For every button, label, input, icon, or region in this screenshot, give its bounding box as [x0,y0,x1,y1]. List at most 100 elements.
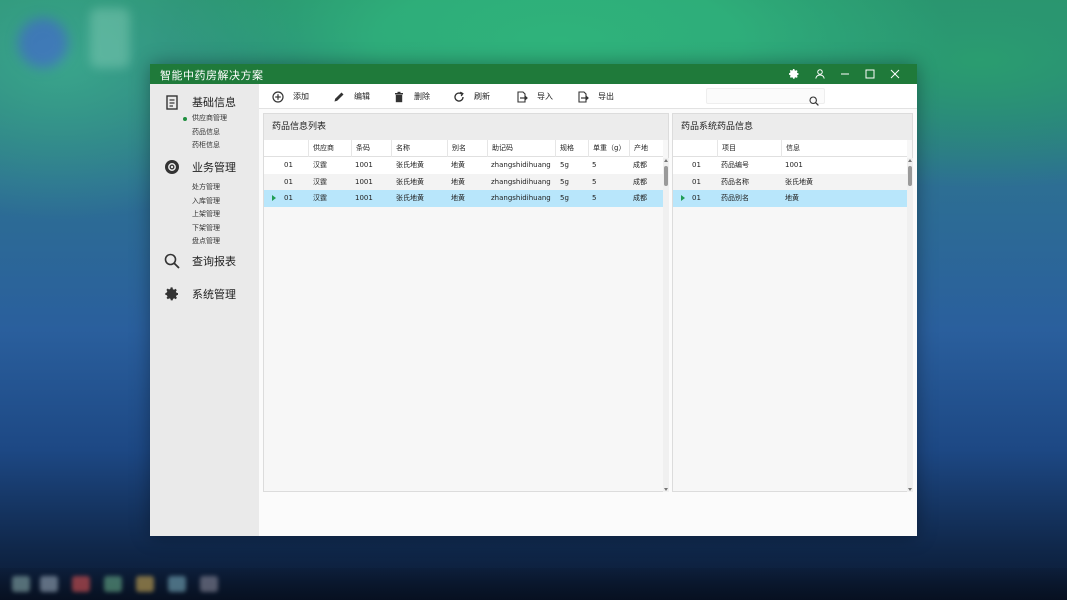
column-header[interactable]: 单重（g） [588,140,629,157]
table-cell: 01 [284,194,293,202]
panel-title: 药品系统药品信息 [673,114,912,140]
import-icon [515,90,529,104]
table-cell: 成都 [633,177,647,186]
sidebar-subitem-cabinet-info[interactable]: 药柜信息 [164,139,236,153]
table-cell: zhangshidihuang [491,177,551,186]
gear-icon [789,69,799,79]
settings-button[interactable] [786,66,802,82]
delete-button[interactable]: 删除 [392,89,430,104]
scroll-down-icon[interactable] [664,488,668,491]
table-cell: 张氏地黄 [396,194,424,202]
scrollbar-thumb[interactable] [908,166,912,186]
table-cell: 成都 [633,161,647,169]
toolbar: 添加 编辑 删除 刷新 导入 导出 [259,84,917,109]
vertical-scrollbar[interactable] [907,158,913,492]
close-icon [890,69,900,79]
refresh-button[interactable]: 刷新 [452,89,490,104]
minimize-icon [841,73,849,75]
table-row-selected[interactable]: 01 药品别名 地黄 [673,190,907,207]
sidebar-group-system: 系统管理 [164,284,236,304]
sidebar-group-label: 系统管理 [192,288,236,301]
drug-list-grid: 供应商 条码 名称 别名 助记码 规格 单重（g） 产地 01 汉霆 1001 … [264,140,668,491]
column-header[interactable]: 条码 [351,140,391,157]
sidebar-subitem-prescription[interactable]: 处方管理 [164,181,236,195]
sidebar-subitem-shelve[interactable]: 上架管理 [164,208,236,222]
table-cell: zhangshidihuang [491,194,551,202]
table-cell: 1001 [355,177,373,186]
sidebar-subitem-stock-in[interactable]: 入库管理 [164,195,236,209]
sidebar-subitem-label: 上架管理 [192,210,220,218]
scrollbar-thumb[interactable] [664,166,668,186]
panel-title: 药品信息列表 [264,114,668,140]
user-button[interactable] [812,66,828,82]
maximize-icon [865,69,875,79]
table-cell: 张氏地黄 [396,177,424,186]
sidebar-group-label: 基础信息 [192,96,236,109]
sidebar-item-business[interactable]: 业务管理 [164,157,236,177]
sidebar-subitem-label: 处方管理 [192,183,220,191]
sidebar-subitem-supplier[interactable]: 供应商管理 [164,112,236,126]
table-row[interactable]: 01 汉霆 1001 张氏地黄 地黄 zhangshidihuang 5g 5 … [264,173,663,190]
import-button[interactable]: 导入 [515,89,553,104]
scroll-up-icon[interactable] [908,159,912,162]
table-row[interactable]: 01 药品编号 1001 [673,157,907,174]
sidebar-subitem-label: 盘点管理 [192,237,220,245]
sidebar: 基础信息 供应商管理 药品信息 药柜信息 业务管理 处方管理 入库管理 上架管理… [150,84,259,536]
edit-button[interactable]: 编辑 [332,89,370,104]
vertical-scrollbar[interactable] [663,158,669,492]
column-header [673,140,717,157]
table-cell: 5 [592,194,597,202]
sidebar-item-system[interactable]: 系统管理 [164,284,236,304]
table-cell: 5g [560,177,569,186]
column-header[interactable]: 别名 [447,140,487,157]
table-cell: 1001 [355,161,373,169]
export-button[interactable]: 导出 [576,89,614,104]
sidebar-subitem-drug-info[interactable]: 药品信息 [164,126,236,140]
desktop-icon-blur [18,18,68,68]
toolbar-button-label: 导入 [537,92,553,101]
export-icon [576,90,590,104]
search-icon[interactable] [809,91,819,106]
scroll-up-icon[interactable] [664,159,668,162]
sidebar-group-label: 查询报表 [192,255,236,268]
add-circle-icon [271,90,285,104]
table-cell: 01 [692,177,701,186]
table-cell: 地黄 [451,177,465,186]
sidebar-subitem-inventory[interactable]: 盘点管理 [164,235,236,249]
sidebar-subitem-label: 药柜信息 [192,141,220,149]
table-cell: 成都 [633,194,647,202]
sidebar-item-basic-info[interactable]: 基础信息 [164,92,236,112]
table-cell: 张氏地黄 [396,161,424,169]
table-row[interactable]: 01 药品名称 张氏地黄 [673,173,907,190]
refresh-icon [452,90,466,104]
table-cell: 01 [284,161,293,169]
table-cell: 5g [560,194,569,202]
scroll-down-icon[interactable] [908,488,912,491]
column-header [264,140,308,157]
pencil-icon [332,90,346,104]
gear-circle-icon [164,159,180,175]
toolbar-button-label: 编辑 [354,92,370,101]
column-header[interactable]: 名称 [391,140,447,157]
table-row-selected[interactable]: 01 汉霆 1001 张氏地黄 地黄 zhangshidihuang 5g 5 … [264,190,663,207]
sidebar-group-business: 业务管理 处方管理 入库管理 上架管理 下架管理 盘点管理 [164,157,236,249]
window-title: 智能中药房解决方案 [160,69,264,82]
add-button[interactable]: 添加 [271,89,309,104]
toolbar-button-label: 导出 [598,92,614,101]
column-header[interactable]: 产地 [629,140,663,157]
column-header[interactable]: 供应商 [308,140,351,157]
system-drug-info-grid: 项目 信息 01 药品编号 1001 01 药品名称 张氏地黄 01 药品别名 … [673,140,912,491]
minimize-button[interactable] [837,66,853,82]
sidebar-group-label: 业务管理 [192,161,236,174]
column-header[interactable]: 助记码 [487,140,555,157]
sidebar-subitem-unshelve[interactable]: 下架管理 [164,222,236,236]
maximize-button[interactable] [862,66,878,82]
search-input[interactable] [707,94,807,109]
column-header[interactable]: 信息 [781,140,907,157]
close-button[interactable] [887,66,903,82]
row-pointer-icon [272,195,276,201]
sidebar-item-reports[interactable]: 查询报表 [164,251,236,271]
column-header[interactable]: 规格 [555,140,588,157]
column-header[interactable]: 项目 [717,140,781,157]
table-row[interactable]: 01 汉霆 1001 张氏地黄 地黄 zhangshidihuang 5g 5 … [264,157,663,174]
